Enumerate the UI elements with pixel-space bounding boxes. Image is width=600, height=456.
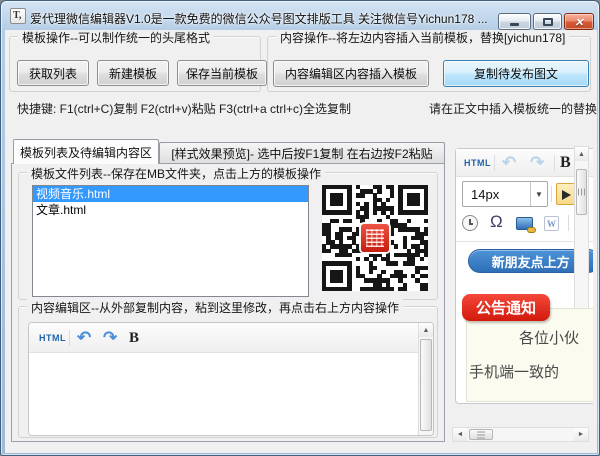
paste-format-icon: [562, 190, 571, 200]
preview-hscrollbar[interactable]: ◄ ►: [452, 427, 589, 442]
close-button[interactable]: [564, 13, 594, 30]
list-item[interactable]: 文章.html: [33, 202, 308, 218]
content-editor: HTML ↶ ↷ B ▲: [28, 322, 434, 436]
insert-content-button[interactable]: 内容编辑区内容插入模板: [273, 60, 429, 87]
insert-placeholder-hint: 请在正文中插入模板统一的替换: [429, 100, 597, 117]
scrollbar-thumb[interactable]: [576, 169, 587, 215]
scrollbar-thumb[interactable]: [469, 429, 493, 440]
save-template-button[interactable]: 保存当前模板: [177, 60, 267, 86]
content-editor-textarea[interactable]: [29, 353, 418, 435]
special-char-button[interactable]: Ω: [490, 212, 503, 232]
app-window: 爱代理微信编辑器V1.0是一款免费的微信公众号图文排版工具 关注微信号Yichu…: [0, 0, 600, 456]
html-source-button[interactable]: HTML: [39, 323, 66, 353]
template-file-list[interactable]: 视频音乐.html 文章.html: [32, 185, 309, 297]
hotkeys-hint: 快捷键: F1(ctrl+C)复制 F2(ctrl+v)粘贴 F3(ctrl+a…: [17, 100, 351, 117]
bold-button[interactable]: B: [560, 149, 571, 177]
word-import-icon[interactable]: W: [544, 216, 559, 231]
minimize-icon: [510, 23, 519, 26]
bold-button[interactable]: B: [129, 323, 139, 353]
content-ops-label: 内容操作--将左边内容插入当前模板，替换[yichun178]: [276, 30, 569, 46]
close-icon: [574, 13, 583, 31]
app-icon: [10, 8, 26, 24]
client-area: 模板操作--可以制作统一的头尾格式 获取列表 新建模板 保存当前模板 内容操作-…: [5, 30, 597, 453]
notice-line: 手机端一致的: [469, 361, 559, 382]
preview-pane: HTML ↶ ↷ B 14px ▼ Ω W: [448, 138, 593, 445]
get-list-button[interactable]: 获取列表: [17, 60, 89, 86]
scroll-up-icon[interactable]: ▲: [575, 147, 588, 161]
redo-icon[interactable]: ↷: [530, 149, 544, 177]
notice-line: 各位小伙: [519, 327, 579, 348]
content-editor-vscrollbar[interactable]: ▲: [418, 323, 433, 435]
font-size-value: 14px: [471, 187, 499, 202]
undo-icon[interactable]: ↶: [502, 149, 516, 177]
title-bar[interactable]: 爱代理微信编辑器V1.0是一款免费的微信公众号图文排版工具 关注微信号Yichu…: [1, 1, 599, 31]
redo-icon[interactable]: ↷: [103, 323, 117, 353]
notice-badge: 公告通知: [462, 294, 550, 321]
toolbar-separator: [554, 155, 555, 171]
minimize-button[interactable]: [498, 13, 531, 30]
scroll-up-icon[interactable]: ▲: [419, 323, 433, 337]
toolbar-separator: [568, 215, 569, 231]
copy-publish-button[interactable]: 复制待发布图文: [443, 60, 589, 87]
template-ops-label: 模板操作--可以制作统一的头尾格式: [18, 30, 214, 46]
template-list-label: 模板文件列表--保存在MB文件夹，点击上方的模板操作: [27, 165, 325, 182]
notice-body: 各位小伙 手机端一致的: [466, 308, 593, 402]
template-tab-page: 模板文件列表--保存在MB文件夹，点击上方的模板操作 视频音乐.html 文章.…: [11, 163, 445, 442]
maximize-icon: [543, 18, 553, 26]
new-template-button[interactable]: 新建模板: [97, 60, 169, 86]
maximize-button[interactable]: [533, 13, 562, 30]
preview-toolbar-row1: HTML ↶ ↷ B: [456, 149, 593, 177]
content-editor-toolbar: HTML ↶ ↷ B: [29, 323, 433, 353]
tab-template-list[interactable]: 模板列表及待编辑内容区: [13, 139, 159, 164]
scroll-left-icon[interactable]: ◄: [453, 428, 467, 441]
preview-editor: HTML ↶ ↷ B 14px ▼ Ω W: [455, 148, 593, 404]
list-item[interactable]: 视频音乐.html: [33, 186, 308, 202]
scrollbar-thumb[interactable]: [420, 339, 432, 431]
qr-center-logo: [361, 224, 389, 252]
toolbar-separator: [494, 155, 495, 171]
undo-icon[interactable]: ↶: [77, 323, 91, 353]
toolbar-divider: [456, 241, 593, 242]
content-editor-label: 内容编辑区--从外部复制内容，粘到这里修改，再点击右上方内容操作: [27, 299, 403, 316]
screenshot-icon[interactable]: [516, 217, 533, 230]
font-size-select[interactable]: 14px ▼: [462, 181, 548, 207]
window-title: 爱代理微信编辑器V1.0是一款免费的微信公众号图文排版工具 关注微信号Yichu…: [30, 10, 490, 27]
tab-style-preview[interactable]: [样式效果预览]- 选中后按F1复制 在右边按F2粘贴: [159, 142, 445, 164]
chevron-down-icon[interactable]: ▼: [530, 182, 547, 206]
scroll-right-icon[interactable]: ►: [574, 428, 588, 441]
html-source-button[interactable]: HTML: [464, 149, 491, 177]
toolbar-separator: [551, 186, 552, 202]
toolbar-separator: [69, 330, 70, 346]
clock-icon[interactable]: [462, 215, 478, 231]
